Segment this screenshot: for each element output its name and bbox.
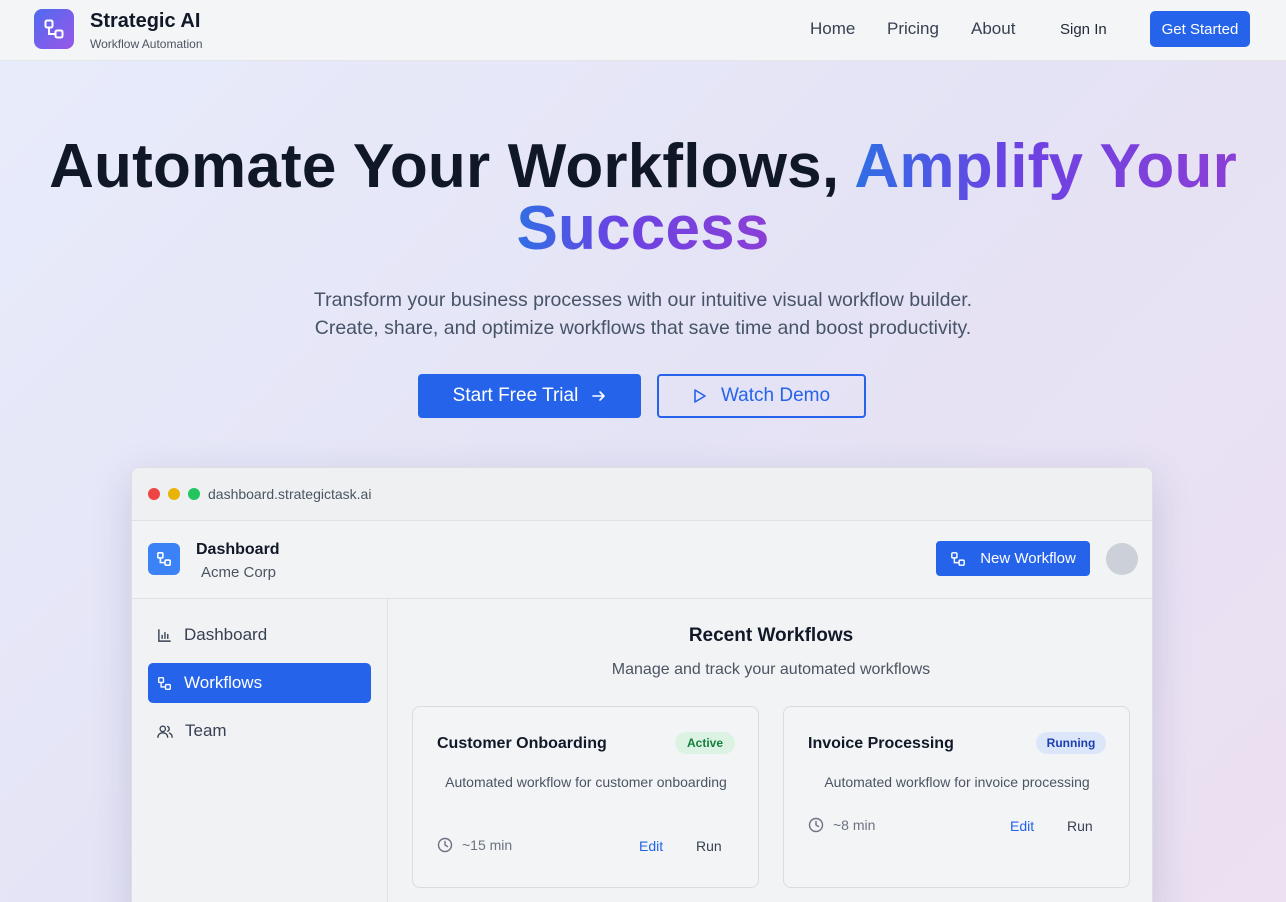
workflow-icon	[158, 676, 171, 690]
workflow-duration-text: ~15 min	[462, 837, 513, 853]
workflow-card-title: Invoice Processing	[808, 735, 954, 752]
hero-subtitle-line1: Transform your business processes with o…	[313, 289, 973, 311]
new-workflow-label: New Workflow	[980, 550, 1076, 567]
window-minimize-dot	[168, 488, 180, 500]
get-started-button[interactable]: Get Started	[1150, 11, 1250, 47]
sidebar-item-label: Workflows	[184, 673, 263, 692]
organization-name: Acme Corp	[201, 564, 277, 581]
sidebar-item-label: Dashboard	[184, 625, 268, 644]
dashboard-header: Dashboard Acme Corp New Workflow	[132, 521, 1152, 599]
workflow-card-customer-onboarding[interactable]: Customer Onboarding Active Automated wor…	[412, 706, 759, 888]
watch-demo-button[interactable]: Watch Demo	[657, 374, 866, 418]
workflow-duration: ~8 min	[808, 817, 875, 833]
browser-bar: dashboard.strategictask.ai	[132, 468, 1152, 521]
hero-title-part1: Automate Your Workflows,	[49, 132, 855, 201]
status-badge: Running	[1036, 732, 1106, 754]
run-workflow-button[interactable]: Run	[696, 838, 722, 854]
hero-subtitle: Transform your business processes with o…	[0, 286, 1286, 342]
brand-name: Strategic AI	[90, 10, 201, 32]
dashboard-main: Recent Workflows Manage and track your a…	[388, 599, 1152, 902]
window-maximize-dot	[188, 488, 200, 500]
section-subtitle: Manage and track your automated workflow…	[611, 661, 931, 678]
users-icon	[157, 725, 173, 738]
edit-workflow-button[interactable]: Edit	[1010, 818, 1034, 834]
sidebar-item-dashboard[interactable]: Dashboard	[148, 615, 371, 655]
nav-home[interactable]: Home	[810, 19, 855, 39]
dashboard-preview-window: dashboard.strategictask.ai Dashboard Acm…	[131, 467, 1153, 902]
workflow-card-invoice-processing[interactable]: Invoice Processing Running Automated wor…	[783, 706, 1130, 888]
hero-title-part3: Success	[516, 194, 770, 263]
nav-about[interactable]: About	[971, 19, 1015, 39]
sign-in-link[interactable]: Sign In	[1060, 21, 1107, 38]
sidebar-item-workflows[interactable]: Workflows	[148, 663, 371, 703]
hero-title-part2: Amplify Your	[854, 132, 1237, 201]
workflow-icon	[44, 19, 64, 39]
arrow-right-icon	[592, 391, 606, 401]
workflow-duration-text: ~8 min	[833, 817, 876, 833]
workflow-duration: ~15 min	[437, 837, 512, 853]
dashboard-sidebar: Dashboard Workflows Team	[132, 599, 388, 902]
sidebar-item-team[interactable]: Team	[148, 711, 371, 751]
nav-pricing[interactable]: Pricing	[887, 19, 939, 39]
dashboard-title: Dashboard	[196, 541, 280, 558]
window-close-dot	[148, 488, 160, 500]
sidebar-item-label: Team	[185, 721, 227, 740]
hero-subtitle-line2: Create, share, and optimize workflows th…	[314, 317, 972, 339]
workflow-icon	[951, 551, 966, 566]
avatar[interactable]	[1106, 543, 1138, 575]
workflow-icon	[157, 552, 171, 566]
play-icon	[694, 389, 706, 403]
new-workflow-button[interactable]: New Workflow	[936, 541, 1090, 576]
workflow-card-description: Automated workflow for customer onboardi…	[445, 774, 727, 790]
brand-logo[interactable]	[34, 9, 74, 49]
start-free-trial-label: Start Free Trial	[452, 385, 579, 406]
dashboard-logo	[148, 543, 180, 575]
hero-title: Automate Your Workflows, Amplify Your Su…	[0, 136, 1286, 260]
bar-chart-icon	[158, 628, 171, 642]
clock-icon	[808, 817, 824, 833]
workflow-card-description: Automated workflow for invoice processin…	[824, 774, 1090, 790]
edit-workflow-button[interactable]: Edit	[639, 838, 663, 854]
top-navbar: Strategic AI Workflow Automation Home Pr…	[0, 0, 1286, 61]
watch-demo-label: Watch Demo	[720, 385, 831, 406]
browser-url: dashboard.strategictask.ai	[208, 486, 372, 502]
start-free-trial-button[interactable]: Start Free Trial	[418, 374, 641, 418]
workflow-card-title: Customer Onboarding	[437, 735, 607, 752]
run-workflow-button[interactable]: Run	[1067, 818, 1093, 834]
status-badge: Active	[675, 732, 735, 754]
brand-tagline: Workflow Automation	[90, 37, 203, 51]
clock-icon	[437, 837, 453, 853]
section-title: Recent Workflows	[688, 625, 854, 646]
